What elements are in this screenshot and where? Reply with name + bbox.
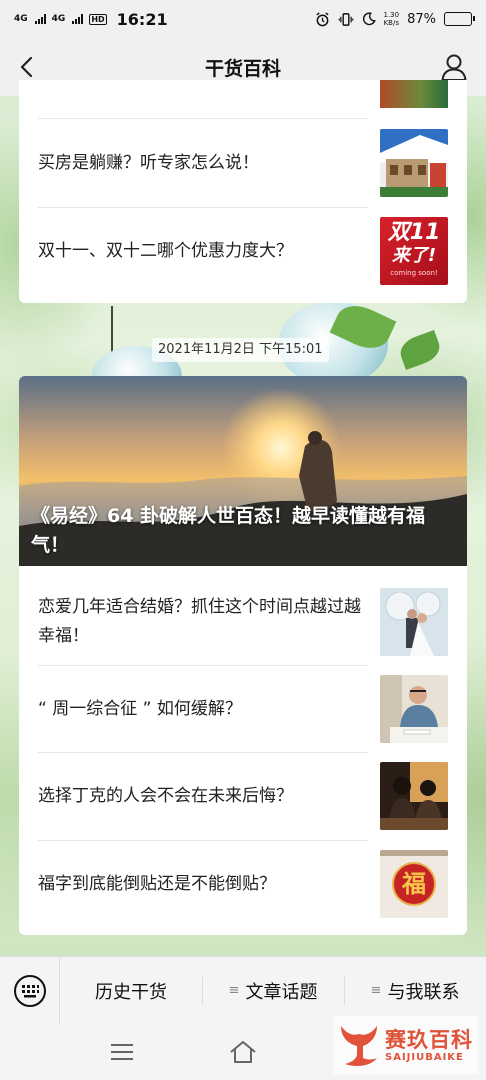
speed-value: 1.30 bbox=[383, 11, 400, 19]
date-stamp: 2021年11月2日 下午15:01 bbox=[152, 338, 329, 362]
signal-icon bbox=[34, 14, 46, 24]
article-item[interactable]: 双十一、双十二哪个优惠力度大？ 双11 来了! coming soon! bbox=[38, 207, 448, 295]
status-bar: 4G 4G HD 16:21 1.30 KB/s 87% bbox=[0, 0, 486, 38]
sim2-label: 4G bbox=[51, 13, 66, 24]
article-item[interactable]: 买房是躺赚？听专家怎么说！ bbox=[38, 119, 448, 207]
article-item[interactable]: 选择丁克的人会不会在未来后悔？ bbox=[38, 752, 448, 840]
alarm-icon bbox=[315, 11, 329, 26]
whale-tail-icon bbox=[341, 1026, 377, 1066]
menu-topics[interactable]: ≡ 文章话题 bbox=[202, 957, 344, 1025]
vibrate-icon bbox=[338, 12, 353, 26]
thumb-text: 来了! bbox=[391, 245, 437, 266]
decor-bar bbox=[380, 850, 448, 856]
home-icon[interactable] bbox=[228, 1039, 258, 1065]
chevron-left-icon[interactable] bbox=[14, 53, 42, 81]
moon-icon bbox=[362, 12, 376, 26]
network-speed: 1.30 KB/s bbox=[384, 11, 400, 27]
article-title: 福字到底能倒贴还是不能倒贴？ bbox=[38, 873, 276, 894]
article-title: 双十一、双十二哪个优惠力度大？ bbox=[38, 240, 293, 261]
house-thumbnail bbox=[380, 129, 448, 197]
sim1-label: 4G bbox=[14, 13, 28, 24]
menu-label: 文章话题 bbox=[245, 981, 318, 1003]
person-icon[interactable] bbox=[440, 52, 468, 82]
keyboard-toggle-button[interactable] bbox=[0, 956, 60, 1025]
article-title: 选择丁克的人会不会在未来后悔？ bbox=[38, 785, 293, 806]
battery-icon bbox=[444, 12, 475, 26]
article-card-previous: 买房是躺赚？听专家怎么说！ 双十一、双十二哪个优惠力度大？ 双11 来了! co… bbox=[19, 80, 467, 303]
battery-percent: 87% bbox=[407, 11, 436, 27]
watermark-text: 赛玖百科 bbox=[385, 1027, 473, 1052]
page-title: 干货百科 bbox=[204, 57, 281, 80]
article-title: 买房是躺赚？听专家怎么说！ bbox=[38, 152, 259, 173]
office-man-thumbnail bbox=[380, 675, 448, 743]
recent-apps-icon[interactable] bbox=[110, 1042, 134, 1062]
wedding-thumbnail bbox=[380, 588, 448, 656]
menu-contact[interactable]: ≡ 与我联系 bbox=[344, 957, 486, 1025]
thumb-text: 双11 bbox=[387, 220, 441, 245]
thumb-text: 福 bbox=[392, 862, 436, 906]
speed-unit: KB/s bbox=[383, 19, 399, 27]
article-card: 《易经》64 卦破解人世百态！越早读懂越有福气！ 恋爱几年适合结婚？抓住这个时间… bbox=[19, 376, 467, 935]
hero-article[interactable]: 《易经》64 卦破解人世百态！越早读懂越有福气！ bbox=[19, 376, 467, 566]
article-item[interactable]: 恋爱几年适合结婚？抓住这个时间点越过越幸福！ bbox=[38, 578, 448, 666]
article-title: 恋爱几年适合结婚？抓住这个时间点越过越幸福！ bbox=[38, 597, 361, 646]
watermark-subtext: SAIJIUBAIKE bbox=[385, 1051, 464, 1063]
fu-character-thumbnail: 福 bbox=[380, 850, 448, 918]
article-item[interactable]: 福字到底能倒贴还是不能倒贴？ 福 bbox=[38, 840, 448, 928]
article-thumbnail-clipped bbox=[380, 80, 448, 108]
submenu-icon: ≡ bbox=[228, 983, 240, 998]
double-11-thumbnail: 双11 来了! coming soon! bbox=[380, 217, 448, 285]
thumb-text: coming soon! bbox=[390, 269, 438, 277]
menu-history[interactable]: 历史干货 bbox=[60, 957, 202, 1025]
menu-label: 历史干货 bbox=[95, 981, 167, 1003]
hero-title: 《易经》64 卦破解人世百态！越早读懂越有福气！ bbox=[31, 505, 426, 556]
watermark-logo: 赛玖百科 SAIJIUBAIKE bbox=[333, 1016, 478, 1074]
menu-label: 与我联系 bbox=[387, 981, 460, 1003]
bottom-menu: 历史干货 ≡ 文章话题 ≡ 与我联系 bbox=[0, 956, 486, 1025]
keyboard-icon[interactable] bbox=[13, 974, 47, 1008]
article-item[interactable]: “ 周一综合征 ” 如何缓解？ bbox=[38, 665, 448, 753]
status-time: 16:21 bbox=[116, 9, 168, 29]
article-title: “ 周一综合征 ” 如何缓解？ bbox=[38, 698, 242, 719]
couple-thumbnail bbox=[380, 762, 448, 830]
hd-badge: HD bbox=[89, 13, 107, 25]
signal-icon bbox=[72, 14, 84, 24]
leaf bbox=[396, 330, 444, 370]
chime-string bbox=[111, 306, 113, 352]
submenu-icon: ≡ bbox=[370, 983, 382, 998]
